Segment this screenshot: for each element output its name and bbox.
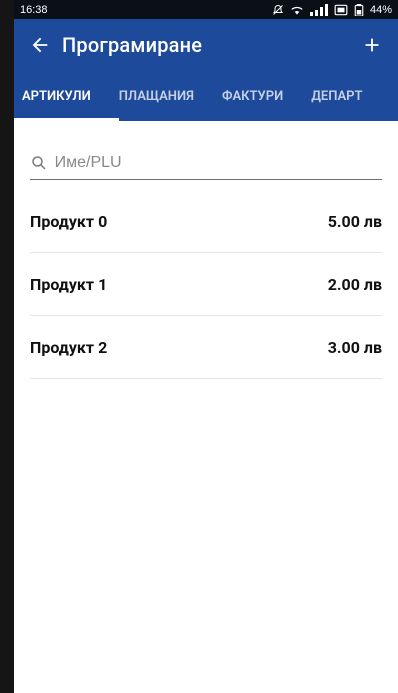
list-item[interactable]: Продукт 0 5.00 лв [30,190,382,253]
battery-percent: 44% [369,3,392,16]
status-icons: 44% [272,3,392,16]
product-name: Продукт 2 [30,337,108,357]
tab-payments[interactable]: ПЛАЩАНИЯ [119,89,194,104]
device-edge [0,0,14,693]
sim-icon [334,4,348,16]
product-list: Продукт 0 5.00 лв Продукт 1 2.00 лв Прод… [30,190,382,379]
silent-icon [272,4,284,16]
plus-icon [365,38,379,52]
list-item[interactable]: Продукт 2 3.00 лв [30,316,382,379]
product-name: Продукт 1 [30,274,108,294]
tab-invoices[interactable]: ФАКТУРИ [222,89,283,104]
list-item[interactable]: Продукт 1 2.00 лв [30,253,382,316]
tab-indicator [14,118,119,121]
wifi-icon [290,4,304,16]
product-price: 3.00 лв [327,337,382,357]
product-price: 5.00 лв [327,211,382,231]
app-bar: Програмиране [14,19,398,71]
status-time: 16:38 [20,3,48,16]
content: Продукт 0 5.00 лв Продукт 1 2.00 лв Прод… [14,147,398,379]
battery-icon [354,3,364,16]
signal-icon [309,3,328,16]
product-price: 2.00 лв [327,274,382,294]
status-bar: 16:38 44% [14,0,398,19]
back-arrow-icon[interactable] [26,31,54,59]
tabs: АРТИКУЛИ ПЛАЩАНИЯ ФАКТУРИ ДЕПАРТ [14,71,398,121]
add-button[interactable] [358,31,386,59]
search-icon [30,153,49,173]
product-name: Продукт 0 [30,211,108,231]
page-title: Програмиране [62,33,203,57]
search-input[interactable] [54,154,382,172]
app-screen: 16:38 44% Програмиране АРТИКУЛИ ПЛАЩАНИЯ… [14,0,398,693]
tab-articles[interactable]: АРТИКУЛИ [22,89,91,104]
tab-departments[interactable]: ДЕПАРТ [311,89,362,104]
search-field[interactable] [30,147,382,180]
